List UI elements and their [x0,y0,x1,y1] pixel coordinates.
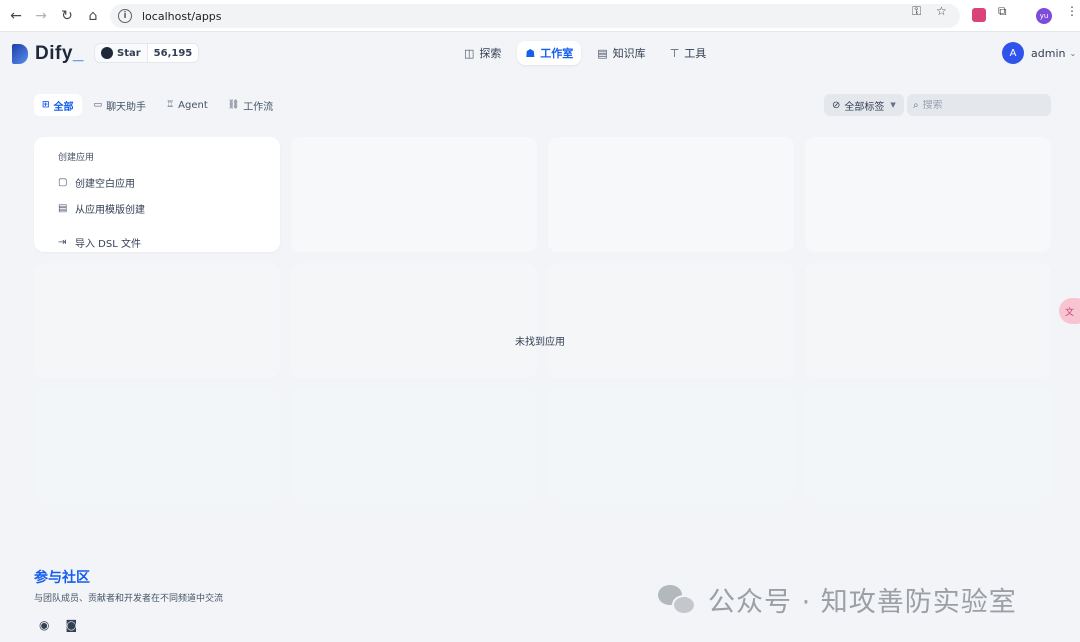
tag-icon: ⊘ [832,99,841,111]
dify-logo-mark-icon [12,44,28,64]
create-app-header: 创建应用 [58,153,95,163]
translate-float-icon[interactable]: 文 [1059,298,1080,324]
placeholder-card [805,137,1051,252]
import-dsl-button[interactable]: ⇥ 导入 DSL 文件 [58,229,256,255]
discord-icon[interactable]: ◙ [65,618,77,632]
create-blank-app-button[interactable]: ▢ 创建空白应用 [58,169,256,195]
site-info-icon[interactable]: i [118,9,132,23]
kebab-menu-icon[interactable]: ⋮ [1066,4,1078,18]
account-menu[interactable]: A admin ⌄ [1002,42,1076,64]
nav-tools-label: 工具 [684,47,707,60]
github-icon [101,47,113,59]
watermark-text: 公众号 · 知攻善防实验室 [708,587,1017,618]
search-input[interactable] [922,99,1033,111]
agent-icon: ♖ [166,100,175,110]
placeholder-card [548,388,794,503]
placeholder-card [291,263,537,378]
nav-tools[interactable]: ⊤ 工具 [662,41,715,65]
tab-chat-assistant[interactable]: ▭ 聊天助手 [86,94,155,116]
tab-all[interactable]: ⊞ 全部 [34,94,82,116]
robot-icon: ☗ [525,46,536,60]
github-star-label: Star [117,47,141,59]
search-box[interactable]: ⌕ [907,94,1051,116]
grid-icon: ⊞ [42,100,50,110]
back-arrow-icon[interactable]: ← [6,6,26,26]
chevron-down-icon: ⌄ [1069,48,1077,58]
github-star-button[interactable]: Star 56,195 [94,43,200,63]
key-icon[interactable]: ⚿ [912,4,921,19]
tab-chat-assistant-label: 聊天助手 [106,101,147,113]
watermark: 公众号 · 知攻善防实验室 [658,580,1017,619]
reload-icon[interactable]: ↻ [57,6,77,26]
address-bar[interactable]: i localhost/apps [110,4,960,28]
nav-studio[interactable]: ☗ 工作室 [517,41,582,65]
community-title: 参与社区 [34,569,90,585]
template-icon: ▤ [58,202,68,214]
import-dsl-label: 导入 DSL 文件 [75,238,141,250]
avatar: A [1002,42,1024,64]
nav-explore-label: 探索 [479,47,502,60]
search-icon: ⌕ [913,99,919,111]
nav-knowledge-label: 知识库 [612,47,646,60]
community-description: 与团队成员、贡献者和开发者在不同频道中交流 [34,594,224,604]
hammer-icon: ⊤ [669,46,680,60]
community-section: 参与社区 与团队成员、贡献者和开发者在不同频道中交流 ◉ ◙ [34,567,223,632]
tab-agent[interactable]: ♖ Agent [158,94,216,116]
create-from-template-label: 从应用模版创建 [75,204,145,216]
home-icon[interactable]: ⌂ [83,6,103,26]
compass-icon: ◫ [464,46,475,60]
forward-arrow-icon[interactable]: → [31,6,51,26]
app-header: Dify_ Star 56,195 ◫ 探索 ☗ 工作室 ▤ 知识库 ⊤ 工具 … [0,32,1080,72]
create-blank-app-label: 创建空白应用 [75,178,135,190]
extensions-icon[interactable]: ⧉ [998,4,1007,19]
nav-studio-label: 工作室 [540,47,574,60]
placeholder-card [291,388,537,503]
url-text: localhost/apps [142,9,222,23]
github-star-count: 56,195 [146,44,199,62]
nav-knowledge[interactable]: ▤ 知识库 [589,41,653,65]
chevron-down-icon: ▼ [890,101,896,109]
create-from-template-button[interactable]: ▤ 从应用模版创建 [58,195,256,221]
translate-extension-icon[interactable] [972,8,986,22]
tab-workflow[interactable]: ⛓ 工作流 [220,94,281,116]
book-icon: ▤ [597,46,608,60]
import-icon: ⇥ [58,236,67,248]
app-type-tabs: ⊞ 全部 ▭ 聊天助手 ♖ Agent ⛓ 工作流 [34,94,281,116]
workflow-icon: ⛓ [227,100,240,110]
wechat-icon [658,583,698,617]
placeholder-card [805,263,1051,378]
profile-avatar[interactable]: yu [1036,8,1052,24]
chat-icon: ▭ [93,100,103,110]
dify-logo[interactable]: Dify_ [12,43,84,65]
placeholder-card [34,263,280,378]
brand-underscore: _ [72,43,84,64]
main-nav: ◫ 探索 ☗ 工作室 ▤ 知识库 ⊤ 工具 [456,41,714,65]
placeholder-card [291,137,537,252]
new-file-icon: ▢ [58,176,68,188]
account-name: admin [1031,46,1066,60]
tag-filter-dropdown[interactable]: ⊘ 全部标签 ▼ [824,94,904,116]
tag-filter-label: 全部标签 [844,101,885,113]
create-app-card: 创建应用 ▢ 创建空白应用 ▤ 从应用模版创建 ⇥ 导入 DSL 文件 [34,137,280,252]
brand-name: Dify [35,43,73,64]
tab-all-label: 全部 [53,101,74,113]
tab-workflow-label: 工作流 [243,101,274,113]
tab-agent-label: Agent [178,99,208,111]
browser-toolbar: ← → ↻ ⌂ i localhost/apps ⚿ ☆ ⧉ yu ⋮ [0,0,1080,32]
nav-explore[interactable]: ◫ 探索 [456,41,509,65]
placeholder-card [805,388,1051,503]
placeholder-card [548,263,794,378]
github-icon[interactable]: ◉ [39,618,49,632]
placeholder-card [34,388,280,503]
empty-state-message: 未找到应用 [515,337,565,348]
bookmark-star-icon[interactable]: ☆ [936,4,947,18]
placeholder-card [548,137,794,252]
